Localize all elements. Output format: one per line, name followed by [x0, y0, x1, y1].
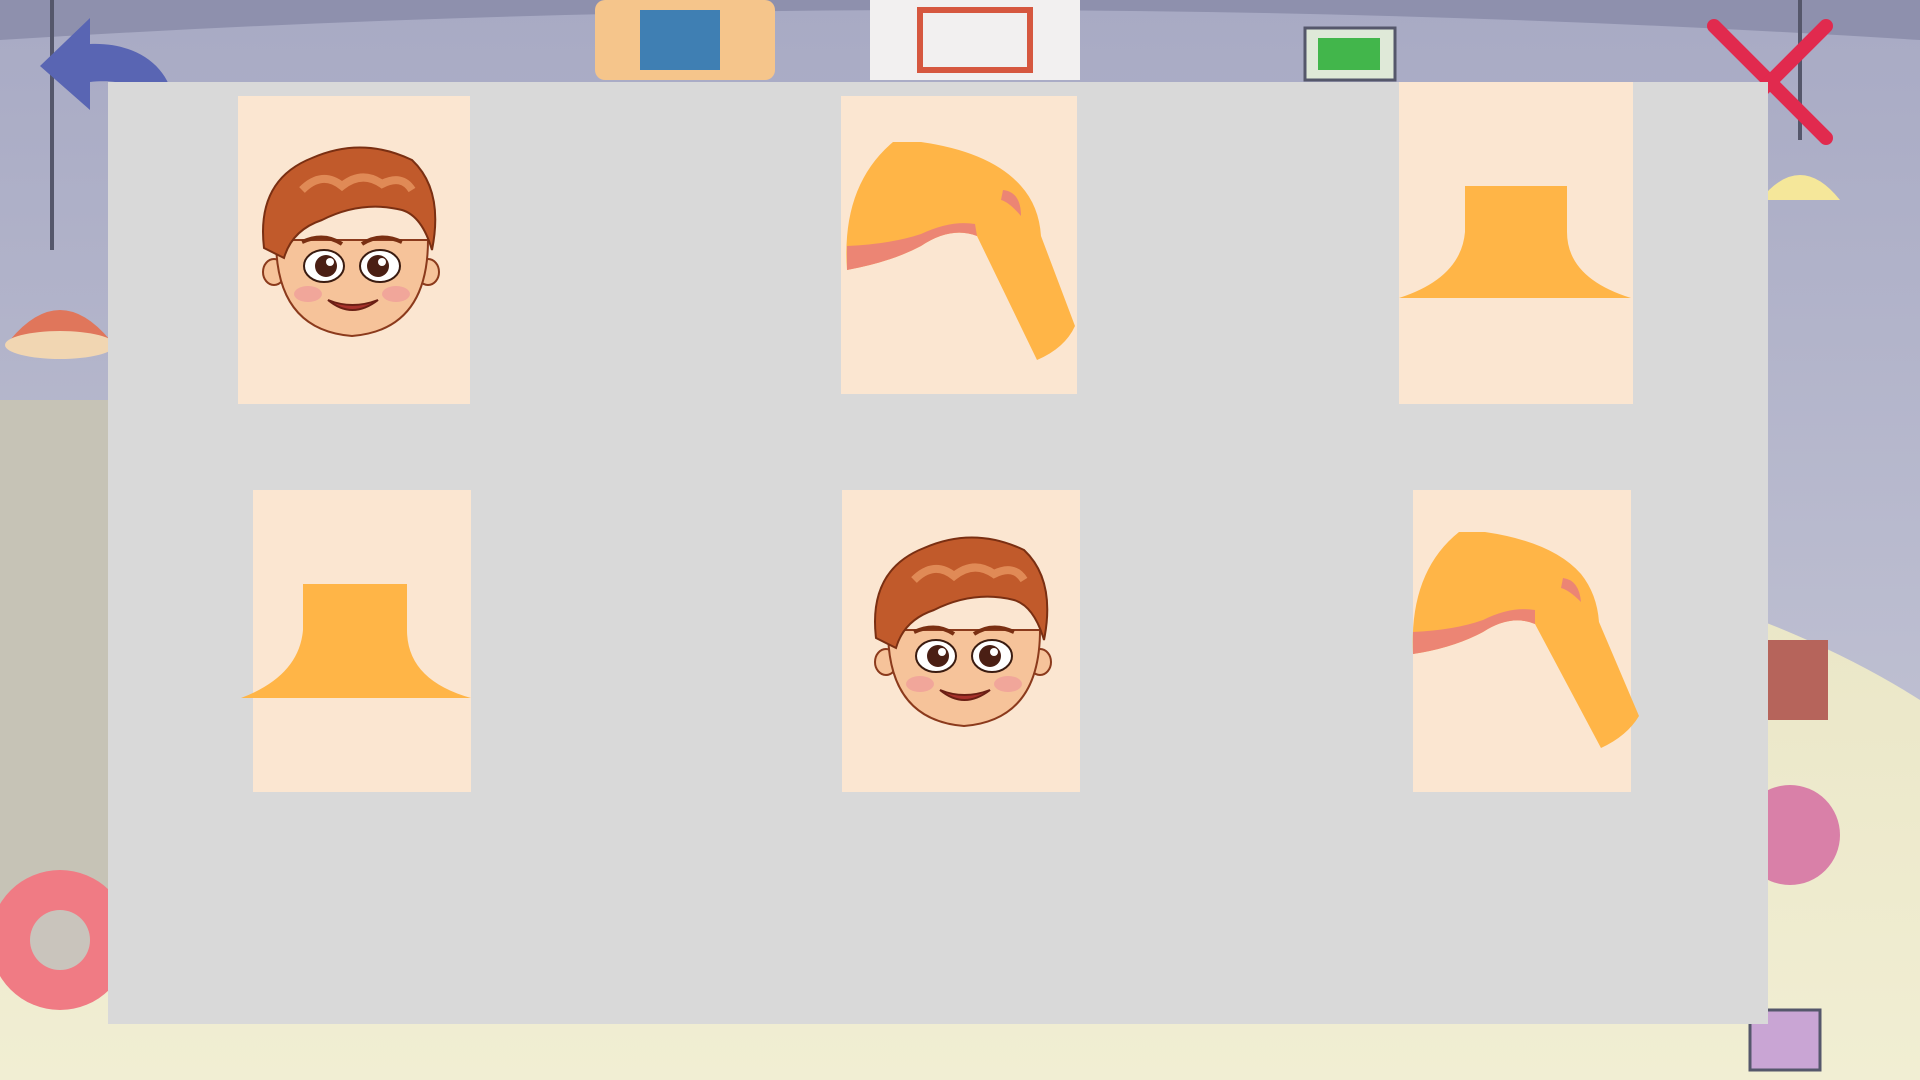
card-boy-face[interactable]	[842, 490, 1080, 792]
card-boy-face[interactable]	[238, 96, 470, 404]
arm-icon	[846, 142, 1075, 360]
torso-icon	[1399, 186, 1631, 298]
boy-face-icon	[874, 536, 1052, 728]
card-arm[interactable]	[841, 96, 1077, 394]
torso-icon	[241, 584, 471, 698]
card-arm[interactable]	[1412, 490, 1639, 792]
card-torso[interactable]	[1399, 82, 1633, 404]
card-torso[interactable]	[241, 490, 471, 792]
boy-face-icon	[262, 146, 440, 338]
game-screen	[0, 0, 1920, 1080]
arm-icon	[1412, 532, 1639, 748]
card-board	[108, 82, 1768, 1024]
